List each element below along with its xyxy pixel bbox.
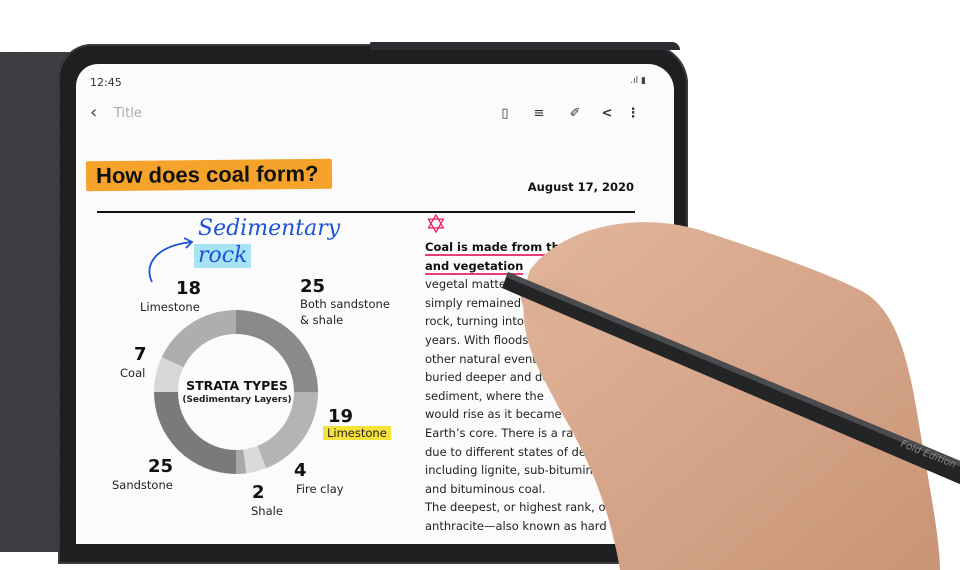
chart-title: STRATA TYPES bbox=[186, 378, 288, 393]
battery-icon: ▮ bbox=[641, 76, 646, 86]
handwritten-rock: rock bbox=[194, 244, 252, 268]
star-annotation-icon: ✡ bbox=[425, 210, 447, 240]
hand-with-stylus: Fold Edition bbox=[502, 222, 960, 570]
book-view-icon[interactable]: ▯ bbox=[496, 106, 514, 121]
app-bar: ‹ Title ▯ ≡ ✐ < ⋮ bbox=[76, 100, 674, 130]
status-icons: .ıl ▮ bbox=[630, 76, 646, 86]
chart-label-text: Sandstone bbox=[112, 478, 173, 492]
more-icon[interactable]: ⋮ bbox=[624, 106, 642, 121]
chart-label-value: 25 bbox=[300, 276, 326, 297]
chart-label-highlighted: Limestone bbox=[323, 426, 391, 440]
attach-icon[interactable]: ✐ bbox=[566, 106, 584, 121]
chevron-left-icon[interactable]: ‹ bbox=[90, 102, 97, 123]
signal-icon: .ıl bbox=[630, 76, 639, 86]
chart-label-value: 19 bbox=[328, 406, 354, 427]
heading-highlight: How does coal form? bbox=[85, 158, 333, 192]
status-time: 12:45 bbox=[90, 76, 122, 89]
chart-label-value: 2 bbox=[252, 482, 265, 503]
note-icon[interactable]: ≡ bbox=[530, 106, 548, 121]
share-icon[interactable]: < bbox=[598, 106, 616, 121]
hand-shape bbox=[523, 222, 940, 570]
chart-label-text: Coal bbox=[120, 366, 146, 380]
note-heading: How does coal form? bbox=[95, 160, 319, 189]
note-title[interactable]: Title bbox=[114, 106, 142, 121]
chart-label-text: Fire clay bbox=[296, 482, 344, 496]
chart-label-value: 7 bbox=[134, 344, 147, 365]
note-date: August 17, 2020 bbox=[527, 180, 634, 194]
chart-label-value: 18 bbox=[176, 278, 202, 299]
device-hinge bbox=[370, 42, 680, 50]
chart-label-text: Shale bbox=[251, 504, 283, 518]
chart-subtitle: (Sedimentary Layers) bbox=[182, 395, 292, 405]
donut-segment-6 bbox=[161, 310, 236, 368]
handwritten-sedimentary: Sedimentary bbox=[198, 216, 341, 241]
